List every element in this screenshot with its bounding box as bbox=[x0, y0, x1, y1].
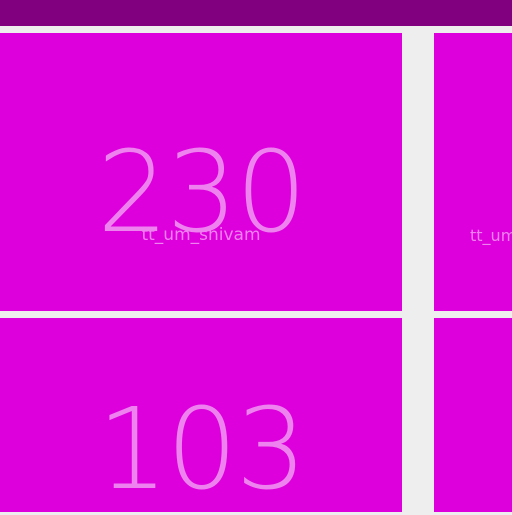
stat-tile[interactable]: 103 bbox=[0, 318, 402, 512]
app-header bbox=[0, 0, 512, 26]
tile-label: tt_um bbox=[470, 226, 512, 245]
tile-label: tt_um_shivam bbox=[141, 225, 261, 245]
tile-value: 103 bbox=[97, 385, 307, 515]
stat-tile[interactable] bbox=[434, 318, 512, 512]
stat-tile[interactable]: 230 tt_um_shivam bbox=[0, 33, 402, 311]
stat-tile[interactable]: tt_um bbox=[434, 33, 512, 311]
